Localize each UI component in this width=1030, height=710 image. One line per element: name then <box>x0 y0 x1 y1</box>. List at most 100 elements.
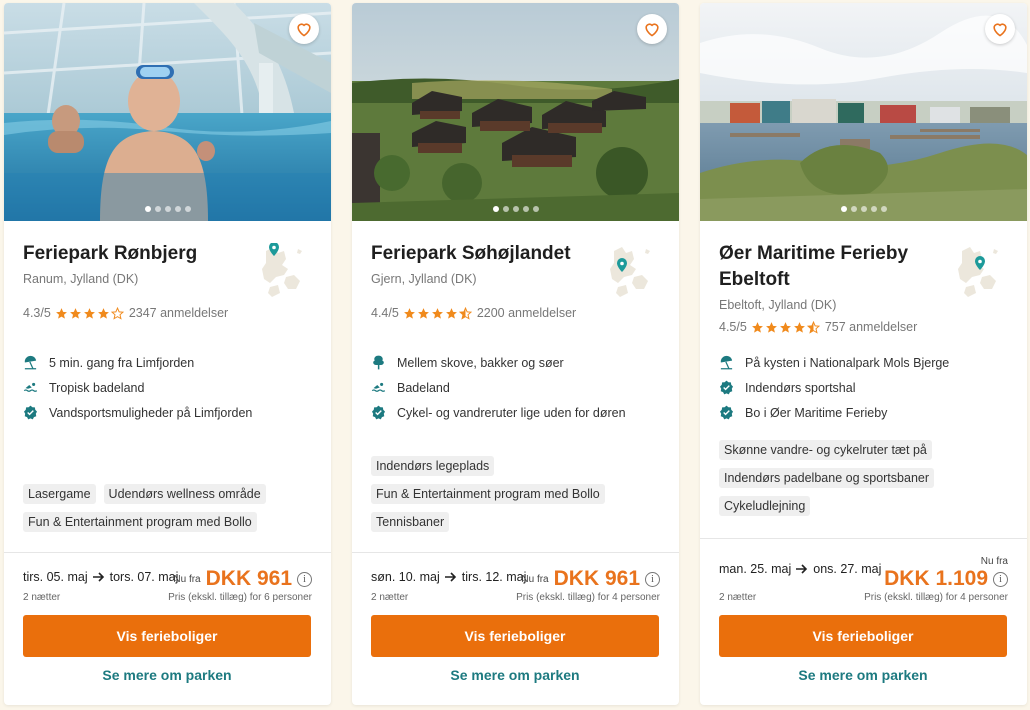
badge-check-icon <box>720 380 733 395</box>
feature-text: Bo i Øer Maritime Ferieby <box>745 405 888 420</box>
star-icon <box>765 321 777 333</box>
tag: Lasergame <box>23 484 96 504</box>
tag: Udendørs wellness område <box>103 484 266 504</box>
tag-list: Lasergame Udendørs wellness område Fun &… <box>23 484 313 532</box>
view-holiday-homes-button[interactable]: Vis ferieboliger <box>719 615 1007 657</box>
divider <box>4 552 331 553</box>
heart-icon <box>993 23 1007 37</box>
carousel-dot[interactable] <box>532 206 539 212</box>
feature-text: 5 min. gang fra Limfjorden <box>49 355 195 370</box>
price-note: Pris (ekskl. tillæg) for 6 personer <box>168 592 312 603</box>
tag: Skønne vandre- og cykelruter tæt på <box>719 440 932 460</box>
carousel-dot[interactable] <box>144 206 151 212</box>
favorite-button[interactable] <box>985 14 1015 44</box>
info-icon[interactable]: i <box>645 571 660 587</box>
heart-icon <box>297 23 311 37</box>
tag-list: Skønne vandre- og cykelruter tæt på Inde… <box>719 440 1009 516</box>
carousel-dot[interactable] <box>840 206 847 212</box>
see-more-link[interactable]: Se mere om parken <box>719 667 1007 683</box>
rating-row: 4.5/5 757 anmeldelser <box>719 320 917 334</box>
see-more-link[interactable]: Se mere om parken <box>23 667 311 683</box>
price: DKK 1.109 <box>884 567 988 590</box>
badge-check-icon <box>720 405 733 420</box>
carousel-dot[interactable] <box>184 206 191 212</box>
price-prefix: Nu fra <box>173 573 201 585</box>
rating-score: 4.4/5 <box>371 306 399 320</box>
feature-text: Cykel- og vandreruter lige uden for døre… <box>397 405 626 420</box>
tag: Indendørs padelbane og sportsbaner <box>719 468 935 488</box>
star-rating <box>55 306 125 320</box>
star-icon <box>69 307 81 319</box>
favorite-button[interactable] <box>289 14 319 44</box>
park-photo[interactable] <box>352 3 679 221</box>
carousel-dot[interactable] <box>502 206 509 212</box>
star-icon <box>83 307 95 319</box>
view-holiday-homes-button[interactable]: Vis ferieboliger <box>371 615 659 657</box>
star-icon <box>55 307 67 319</box>
carousel-dot[interactable] <box>522 206 529 212</box>
beach-umbrella-icon <box>720 355 733 370</box>
star-icon <box>445 307 457 319</box>
price: DKK 961 <box>553 567 640 590</box>
carousel-dot[interactable] <box>850 206 857 212</box>
park-title[interactable]: Øer Maritime Ferieby Ebeltoft <box>719 241 951 293</box>
date-to: tirs. 12. maj <box>461 570 527 584</box>
date-range[interactable]: man. 25. maj ons. 27. maj <box>719 562 881 576</box>
nights: 2 nætter <box>23 592 61 603</box>
badge-check-icon <box>372 405 385 420</box>
nights: 2 nætter <box>371 592 409 603</box>
tree-icon <box>373 355 384 370</box>
feature-item: 5 min. gang fra Limfjorden <box>23 350 252 375</box>
park-location: Ranum, Jylland (DK) <box>23 272 139 286</box>
park-photo[interactable] <box>700 3 1027 221</box>
date-from: man. 25. maj <box>719 562 792 576</box>
carousel-dot[interactable] <box>860 206 867 212</box>
feature-text: På kysten i Nationalpark Mols Bjerge <box>745 355 950 370</box>
park-card: Øer Maritime Ferieby Ebeltoft Ebeltoft, … <box>700 3 1027 705</box>
star-icon <box>431 307 443 319</box>
feature-list: På kysten i Nationalpark Mols Bjerge Ind… <box>719 350 949 425</box>
park-card: Feriepark Søhøjlandet Gjern, Jylland (DK… <box>352 3 679 705</box>
rating-score: 4.3/5 <box>23 306 51 320</box>
divider <box>352 552 679 553</box>
park-photo[interactable] <box>4 3 331 221</box>
arrow-right-icon <box>796 564 808 574</box>
info-icon[interactable]: i <box>297 571 312 587</box>
denmark-map-icon <box>262 243 302 297</box>
carousel-dot[interactable] <box>174 206 181 212</box>
park-title[interactable]: Feriepark Rønbjerg <box>23 241 255 267</box>
tag-list: Indendørs legeplads Fun & Entertainment … <box>371 456 661 532</box>
carousel-dot[interactable] <box>492 206 499 212</box>
review-count[interactable]: 2347 anmeldelser <box>129 306 228 320</box>
feature-item: Badeland <box>371 375 626 400</box>
tag: Fun & Entertainment program med Bollo <box>371 484 605 504</box>
swimmer-icon <box>371 382 386 392</box>
park-location: Ebeltoft, Jylland (DK) <box>719 298 837 312</box>
carousel-dot[interactable] <box>870 206 877 212</box>
carousel-dot[interactable] <box>164 206 171 212</box>
park-card: Feriepark Rønbjerg Ranum, Jylland (DK) 4… <box>4 3 331 705</box>
star-half-icon <box>806 320 820 334</box>
favorite-button[interactable] <box>637 14 667 44</box>
tag: Fun & Entertainment program med Bollo <box>23 512 257 532</box>
date-range[interactable]: tirs. 05. maj tors. 07. maj <box>23 570 178 584</box>
park-title[interactable]: Feriepark Søhøjlandet <box>371 241 603 267</box>
carousel-dot[interactable] <box>880 206 887 212</box>
info-icon[interactable]: i <box>993 571 1008 587</box>
review-count[interactable]: 757 anmeldelser <box>825 320 917 334</box>
see-more-link[interactable]: Se mere om parken <box>371 667 659 683</box>
price-row: Nu fra DKK 961 i <box>173 567 312 591</box>
view-holiday-homes-button[interactable]: Vis ferieboliger <box>23 615 311 657</box>
feature-item: Tropisk badeland <box>23 375 252 400</box>
feature-list: 5 min. gang fra Limfjorden Tropisk badel… <box>23 350 252 425</box>
date-range[interactable]: søn. 10. maj tirs. 12. maj <box>371 570 526 584</box>
review-count[interactable]: 2200 anmeldelser <box>477 306 576 320</box>
arrow-right-icon <box>92 572 104 582</box>
feature-text: Badeland <box>397 380 450 395</box>
arrow-right-icon <box>444 572 456 582</box>
carousel-dots <box>700 206 1027 212</box>
feature-item: Vandsportsmuligheder på Limfjorden <box>23 400 252 425</box>
carousel-dot[interactable] <box>512 206 519 212</box>
price-prefix: Nu fra <box>980 556 1008 567</box>
carousel-dot[interactable] <box>154 206 161 212</box>
